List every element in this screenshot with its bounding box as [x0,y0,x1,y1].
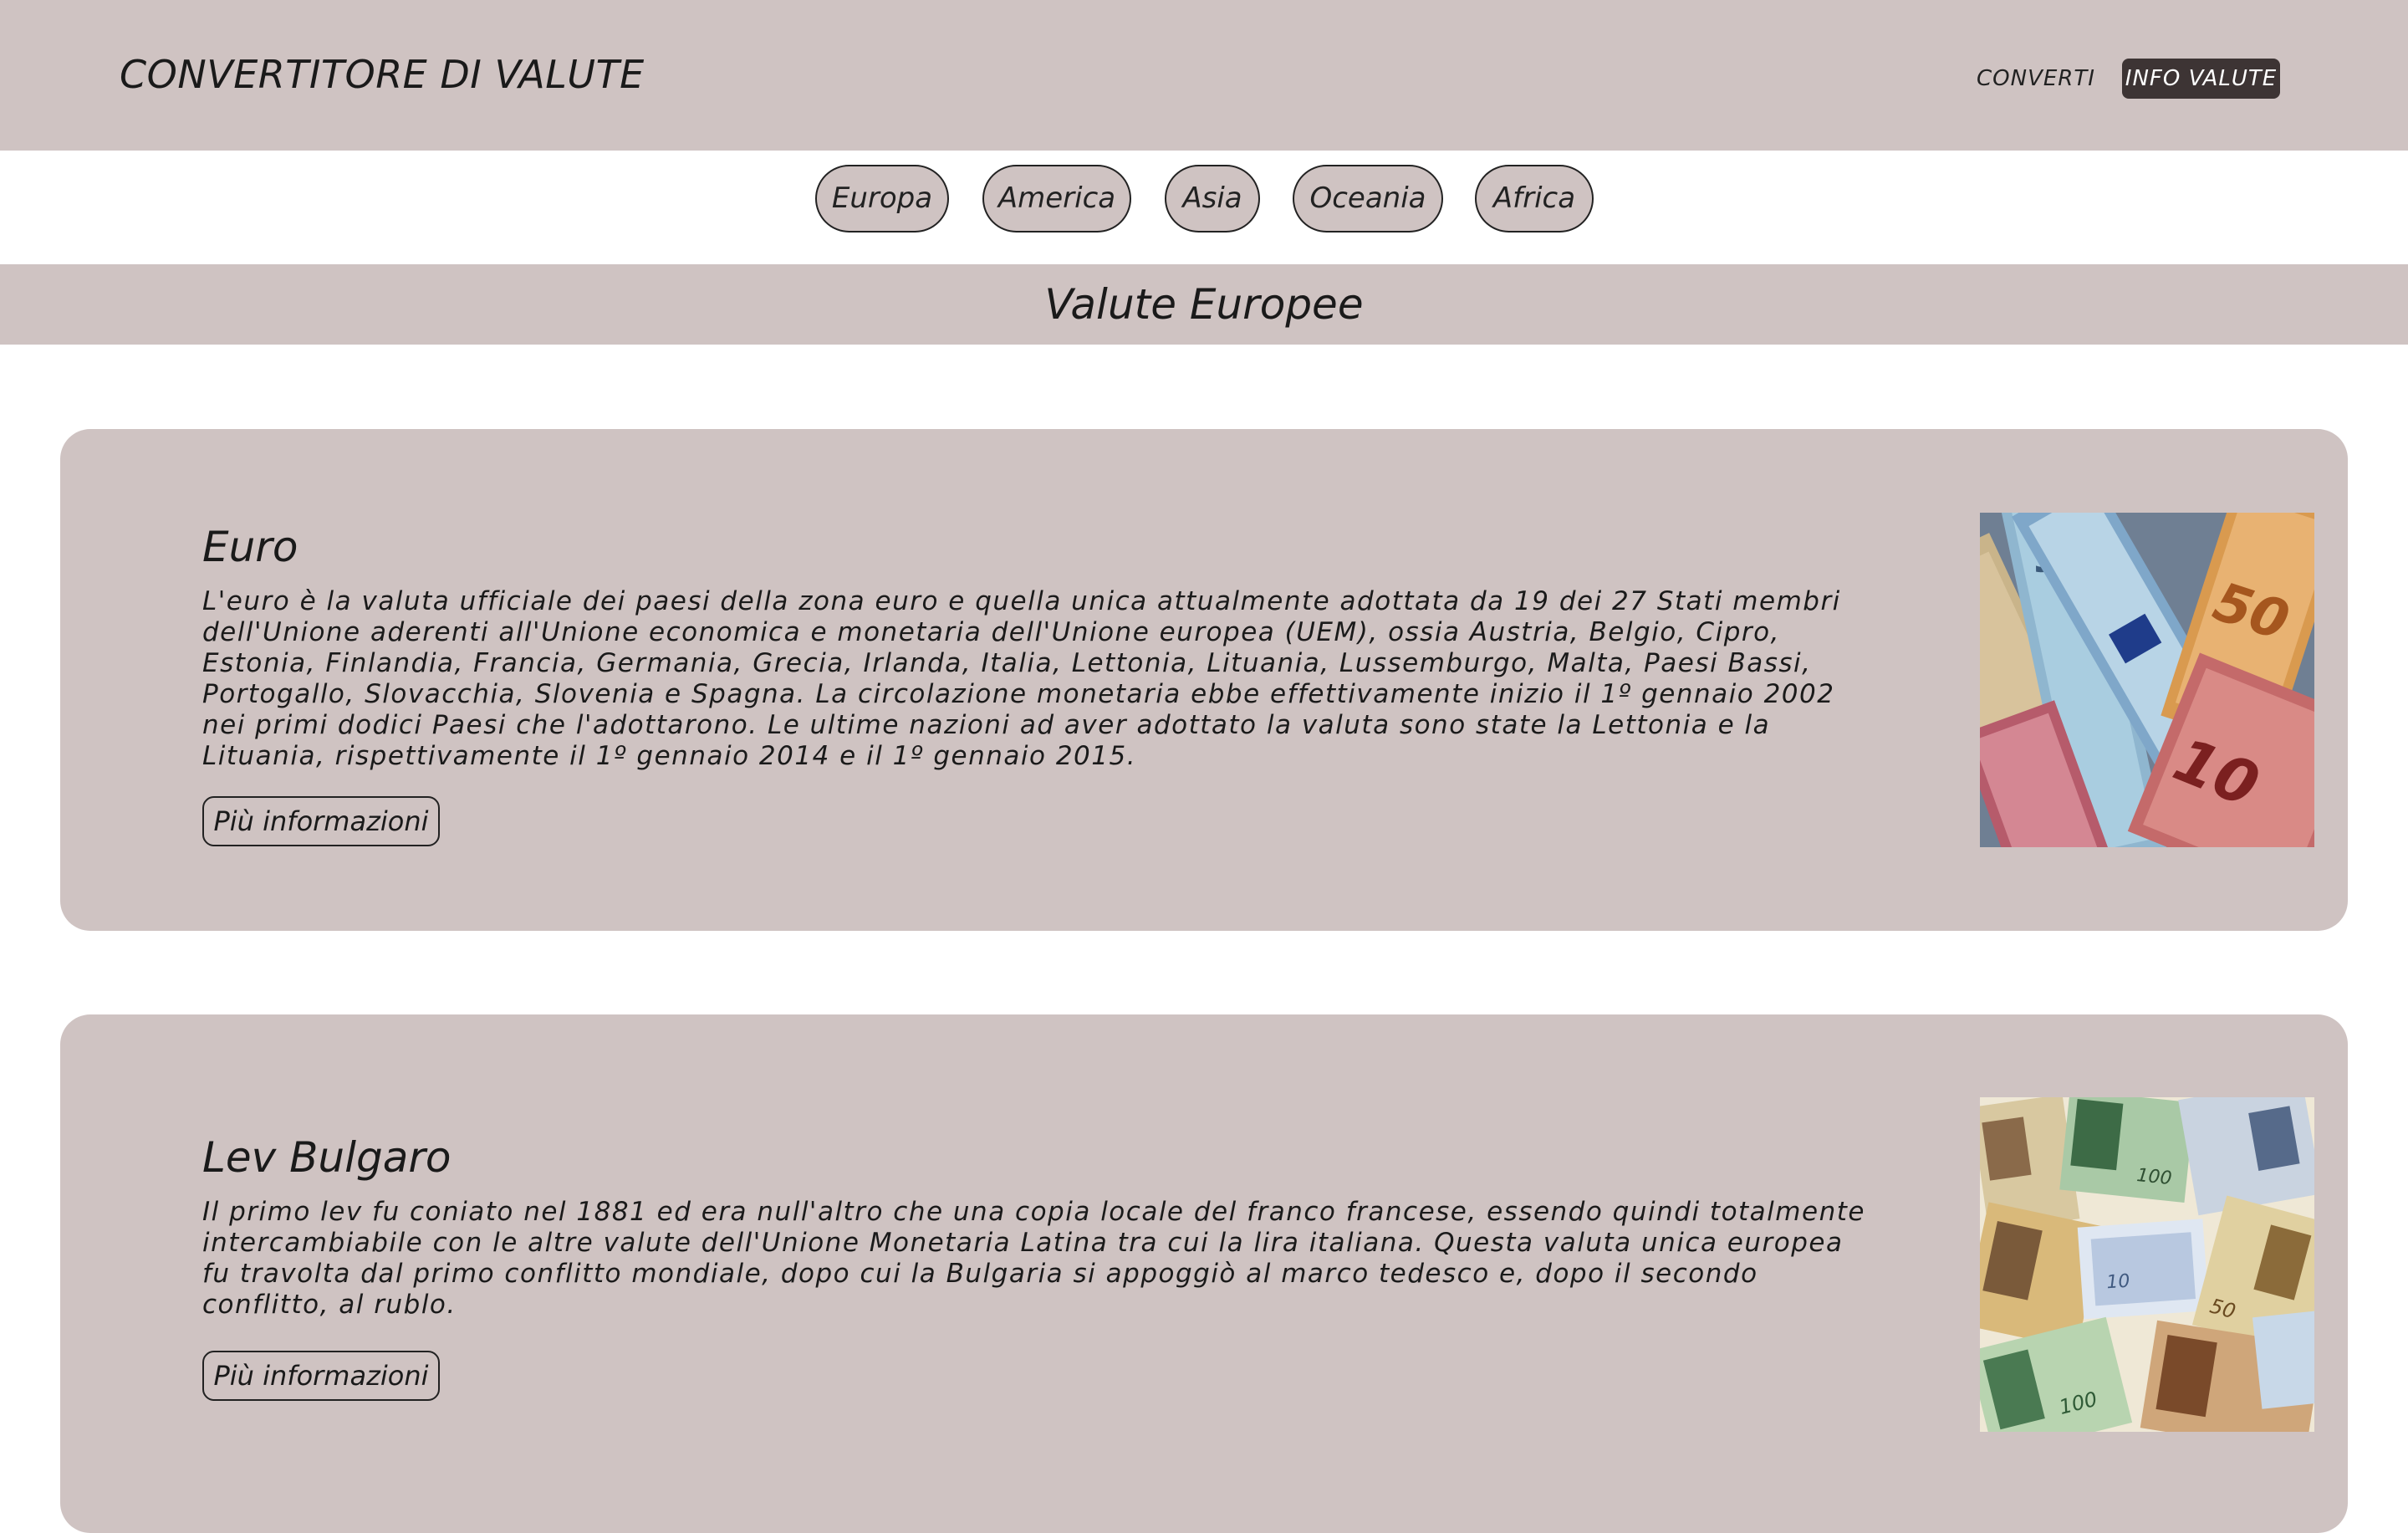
currency-title: Lev Bulgaro [202,1133,452,1182]
currency-card-euro: Euro L'euro è la valuta ufficiale dei pa… [60,429,2348,931]
svg-text:10: 10 [2106,1271,2131,1294]
euro-banknotes-illustration: 50 50 10 [1980,513,2314,847]
more-info-button[interactable]: Più informazioni [202,1351,440,1401]
nav-info-valute-link[interactable]: INFO VALUTE [2122,59,2280,99]
euro-banknotes-image: 50 50 10 [1980,513,2314,847]
region-tab-europa[interactable]: Europa [815,165,949,233]
lev-banknotes-illustration: 100 10 50 100 [1980,1097,2314,1432]
currency-title: Euro [202,523,298,571]
svg-text:100: 100 [2135,1165,2172,1189]
region-tab-america[interactable]: America [982,165,1131,233]
nav-converti-link[interactable]: CONVERTI [1977,59,2095,99]
site-title: CONVERTITORE DI VALUTE [120,52,645,97]
region-filter-bar: Europa America Asia Oceania Africa [0,151,2408,264]
region-tab-africa[interactable]: Africa [1475,165,1594,233]
section-title: Valute Europee [0,264,2408,345]
currency-description: L'euro è la valuta ufficiale dei paesi d… [202,586,1841,771]
region-tab-oceania[interactable]: Oceania [1293,165,1443,233]
more-info-button[interactable]: Più informazioni [202,796,440,846]
currency-description: Il primo lev fu coniato nel 1881 ed era … [202,1197,1865,1320]
region-tab-asia[interactable]: Asia [1165,165,1260,233]
currency-card-lev-bulgaro: Lev Bulgaro Il primo lev fu coniato nel … [60,1014,2348,1533]
lev-banknotes-image: 100 10 50 100 [1980,1097,2314,1432]
top-header: CONVERTITORE DI VALUTE CONVERTI INFO VAL… [0,0,2408,151]
